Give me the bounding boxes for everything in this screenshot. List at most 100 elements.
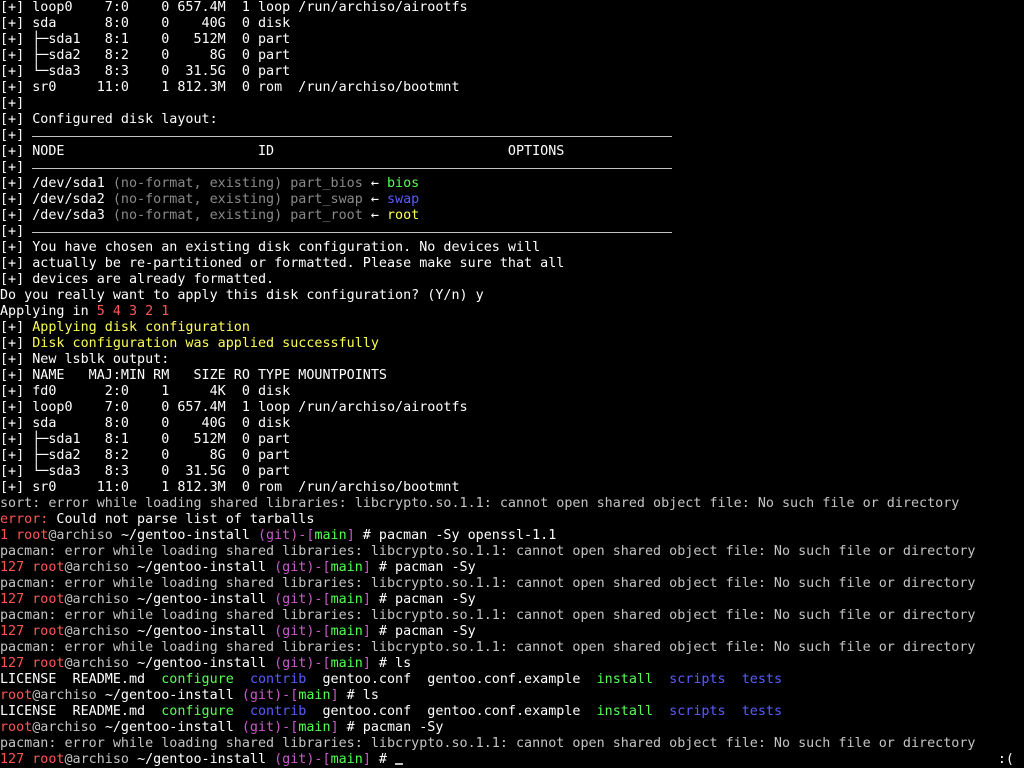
terminal-text-segment: [+]	[0, 128, 25, 143]
terminal-line: [+] /dev/sda3 (no-format, existing) part…	[0, 208, 419, 224]
terminal-text-segment: pacman: error while loading shared libra…	[0, 640, 976, 655]
terminal-screen[interactable]: [+] loop0 7:0 0 657.4M 1 loop /run/archi…	[0, 0, 1024, 768]
terminal-line: [+] ├─sda2 8:2 0 8G 0 part	[0, 448, 290, 464]
terminal-line: [+] Configured disk layout:	[0, 112, 218, 128]
terminal-text-segment: [+] /dev/sda2	[0, 192, 113, 207]
text-cursor	[395, 763, 403, 765]
terminal-text-segment: sort: error while loading shared librari…	[0, 496, 960, 511]
terminal-line: [+] fd0 2:0 1 4K 0 disk	[0, 384, 290, 400]
terminal-text-segment: root	[32, 656, 65, 671]
terminal-text-segment: ~/gentoo-install	[137, 752, 275, 767]
terminal-text-segment: Applying disk configuration	[32, 320, 250, 335]
terminal-text-segment: # pacman -Sy	[370, 560, 476, 575]
terminal-line: pacman: error while loading shared libra…	[0, 576, 975, 592]
terminal-text-segment: ]	[362, 560, 371, 575]
terminal-text-segment: (git)-[	[274, 592, 331, 607]
terminal-line: 127 root@archiso ~/gentoo-install (git)-…	[0, 752, 395, 768]
terminal-text-segment: main	[330, 624, 363, 639]
terminal-text-segment: LICENSE README.md	[0, 672, 162, 687]
terminal-text-segment: root	[16, 528, 49, 543]
terminal-text-segment: pacman: error while loading shared libra…	[0, 736, 976, 751]
terminal-text-segment: tests	[741, 704, 783, 719]
terminal-line: [+] actually be re-partitioned or format…	[0, 256, 564, 272]
terminal-text-segment: [+] ├─sda1 8:1 0 512M 0 part	[0, 32, 291, 47]
terminal-text-segment: [+] └─sda3 8:3 0 31.5G 0 part	[0, 64, 291, 79]
terminal-text-segment: [+]	[0, 96, 25, 111]
table-rule	[32, 136, 672, 137]
terminal-text-segment: contrib	[249, 672, 307, 687]
terminal-text-segment: 127	[0, 624, 33, 639]
terminal-line: [+] Disk configuration was applied succe…	[0, 336, 379, 352]
terminal-line: 127 root@archiso ~/gentoo-install (git)-…	[0, 592, 476, 608]
terminal-text-segment: @archiso	[64, 656, 138, 671]
terminal-text-segment: ~/gentoo-install	[137, 560, 275, 575]
terminal-text-segment: [+] actually be re-partitioned or format…	[0, 256, 565, 271]
terminal-text-segment: [+] New lsblk output:	[0, 352, 170, 367]
terminal-text-segment: # pacman -Sy	[338, 720, 444, 735]
terminal-text-segment: Could not parse list of tarballs	[48, 512, 315, 527]
terminal-text-segment: Applying in	[0, 304, 97, 319]
terminal-line: 127 root@archiso ~/gentoo-install (git)-…	[0, 560, 476, 576]
terminal-line: [+]	[0, 224, 24, 240]
terminal-line: [+] sda 8:0 0 40G 0 disk	[0, 16, 290, 32]
terminal-text-segment: #	[370, 752, 396, 767]
terminal-line: [+] └─sda3 8:3 0 31.5G 0 part	[0, 64, 290, 80]
terminal-text-segment: (no-format, existing) part_root	[112, 208, 363, 223]
terminal-text-segment: 1	[0, 528, 17, 543]
terminal-line: root@archiso ~/gentoo-install (git)-[mai…	[0, 720, 443, 736]
terminal-text-segment: ~/gentoo-install	[104, 720, 242, 735]
terminal-text-segment: # pacman -Sy	[370, 624, 476, 639]
terminal-text-segment: bios	[386, 176, 420, 191]
terminal-line: [+] NODE ID OPTIONS	[0, 144, 564, 160]
terminal-text-segment: main	[330, 752, 363, 767]
terminal-text-segment: root	[386, 208, 420, 223]
terminal-text-segment: [+] /dev/sda3	[0, 208, 113, 223]
terminal-text-segment: # pacman -Sy openssl-1.1	[354, 528, 557, 543]
terminal-line: Do you really want to apply this disk co…	[0, 288, 484, 304]
terminal-text-segment: (git)-[	[274, 560, 331, 575]
terminal-text-segment: root	[0, 688, 33, 703]
terminal-text-segment: [+]	[0, 160, 25, 175]
terminal-text-segment: ~/gentoo-install	[137, 656, 275, 671]
terminal-text-segment: configure	[161, 672, 234, 687]
terminal-line: 1 root@archiso ~/gentoo-install (git)-[m…	[0, 528, 556, 544]
terminal-text-segment: gentoo.conf gentoo.conf.example	[306, 672, 597, 687]
terminal-line: pacman: error while loading shared libra…	[0, 640, 975, 656]
terminal-text-segment: pacman: error while loading shared libra…	[0, 544, 976, 559]
terminal-line: [+] ├─sda1 8:1 0 512M 0 part	[0, 432, 290, 448]
terminal-text-segment: main	[298, 720, 331, 735]
terminal-text-segment: [+] Configured disk layout:	[0, 112, 218, 127]
terminal-text-segment: (git)-[	[241, 720, 299, 735]
terminal-text-segment: (no-format, existing) part_bios	[112, 176, 363, 191]
terminal-text-segment: root	[32, 624, 65, 639]
terminal-text-segment: @archiso	[32, 688, 105, 703]
terminal-text-segment: (git)-[	[274, 656, 331, 671]
terminal-text-segment: configure	[161, 704, 234, 719]
terminal-line: [+] ├─sda2 8:2 0 8G 0 part	[0, 48, 290, 64]
terminal-text-segment: 127	[0, 656, 33, 671]
terminal-text-segment: main	[330, 592, 363, 607]
terminal-text-segment: ~/gentoo-install	[120, 528, 258, 543]
terminal-text-segment: ]	[330, 688, 339, 703]
terminal-line: [+] ├─sda1 8:1 0 512M 0 part	[0, 32, 290, 48]
terminal-line: [+] Applying disk configuration	[0, 320, 250, 336]
terminal-text-segment: main	[330, 656, 363, 671]
terminal-text-segment: [+] ├─sda2 8:2 0 8G 0 part	[0, 448, 291, 463]
terminal-text-segment: @archiso	[64, 624, 138, 639]
table-rule	[32, 168, 672, 169]
terminal-line: [+]	[0, 96, 24, 112]
terminal-line: sort: error while loading shared librari…	[0, 496, 959, 512]
terminal-text-segment: [+] sr0 11:0 1 812.3M 0 rom /run/archiso…	[0, 480, 460, 495]
terminal-text-segment: main	[314, 528, 347, 543]
terminal-text-segment: install	[596, 672, 654, 687]
terminal-line: [+] sr0 11:0 1 812.3M 0 rom /run/archiso…	[0, 80, 460, 96]
terminal-text-segment: ←	[362, 192, 387, 207]
terminal-text-segment: 127	[0, 592, 33, 607]
terminal-text-segment: LICENSE README.md	[0, 704, 162, 719]
terminal-text-segment: ←	[362, 176, 387, 191]
terminal-line: pacman: error while loading shared libra…	[0, 608, 975, 624]
